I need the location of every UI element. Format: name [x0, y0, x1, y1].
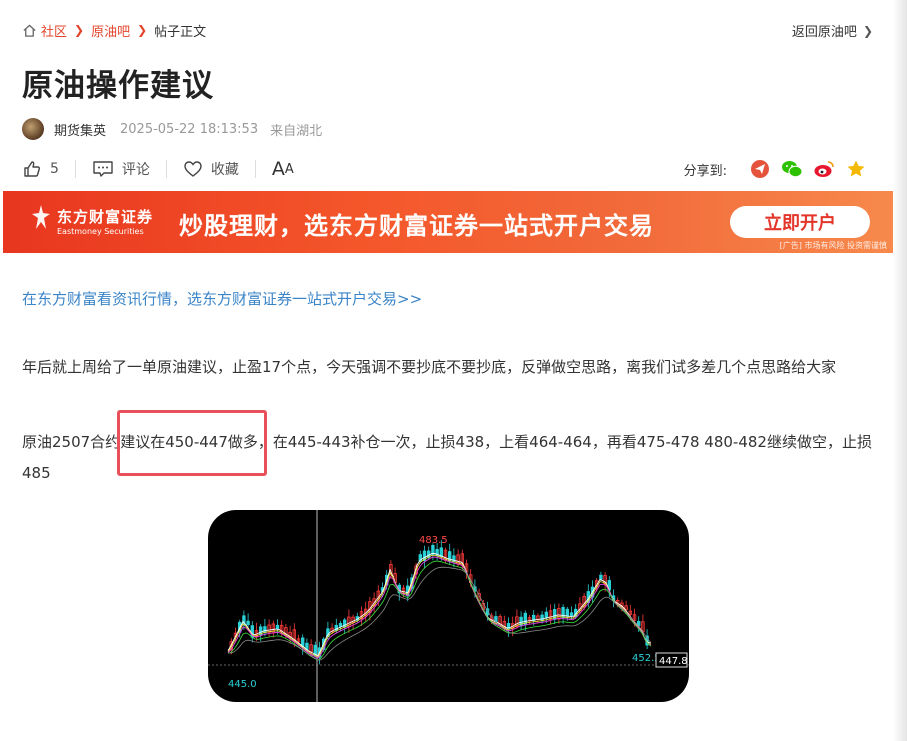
page-title: 原油操作建议: [22, 68, 214, 104]
like-button[interactable]: 5: [22, 159, 59, 179]
candle-body: [565, 608, 569, 617]
breadcrumb-crude-oil-bar[interactable]: 原油吧: [91, 21, 130, 40]
star-icon[interactable]: [845, 158, 867, 180]
divider: [254, 160, 256, 178]
banner-logo-english: Eastmoney Securities: [57, 227, 144, 236]
candle-body: [246, 620, 250, 626]
breadcrumb-community[interactable]: 社区: [41, 21, 67, 40]
chevron-right-icon: ❯: [74, 23, 85, 37]
author-name[interactable]: 期货集英: [54, 120, 106, 139]
post-meta: 期货集英 2025-05-22 18:13:53 来自湖北: [22, 117, 322, 141]
highlight-annotation: [117, 410, 267, 476]
paragraph-1: 年后就上周给了一单原油建议，止盈17个点，今天强调不要抄底不要抄底，反弹做空思路…: [22, 358, 837, 376]
home-icon[interactable]: [22, 23, 37, 38]
comment-label: 评论: [121, 162, 150, 178]
candle-body: [275, 624, 280, 630]
page-edge-shadow: [893, 0, 907, 741]
font-size-large: A: [271, 158, 285, 180]
share-bar: 分享到:: [684, 157, 867, 181]
candle-body: [338, 622, 343, 627]
like-count: 5: [50, 161, 59, 177]
price-tag: 447.8: [659, 656, 688, 667]
candle-body: [439, 547, 443, 557]
moving-average-line: [227, 566, 652, 661]
comment-icon: [93, 161, 113, 177]
share-label: 分享到:: [683, 163, 727, 179]
back-link-label: 返回原油吧: [791, 25, 857, 40]
weibo-icon[interactable]: [813, 158, 835, 180]
favorite-button[interactable]: 收藏: [183, 159, 239, 179]
font-size-button[interactable]: AA: [272, 158, 294, 180]
banner-slogan: 炒股理财，选东方财富证券一站式开户交易: [179, 212, 654, 240]
breadcrumb: 社区 ❯ 原油吧 ❯ 帖子正文: [22, 21, 207, 40]
banner-logo-text: 东方财富证券: [57, 208, 154, 226]
ad-disclaimer: [广告] 市场有风险 投资需谨慎: [779, 241, 887, 250]
chevron-right-icon: ❯: [862, 23, 873, 38]
font-size-small: A: [284, 161, 294, 177]
price-chart: 483.5 445.0 452.5 447.8: [208, 510, 689, 702]
favorite-label: 收藏: [210, 162, 239, 178]
divider: [165, 160, 167, 178]
wechat-icon[interactable]: [781, 158, 803, 180]
ad-banner[interactable]: 东方财富证券 Eastmoney Securities 炒股理财，选东方财富证券…: [3, 191, 893, 253]
avatar[interactable]: [22, 118, 44, 140]
divider: [74, 160, 76, 178]
moving-average-line: [227, 560, 652, 661]
candle-body: [599, 574, 603, 580]
paragraph-2-start: 原油2507合约: [22, 433, 121, 451]
heart-icon: [184, 161, 202, 177]
paper-plane-icon[interactable]: [749, 158, 771, 180]
back-to-bar-link[interactable]: 返回原油吧 ❯: [791, 21, 873, 41]
thumbs-up-icon: [24, 161, 40, 177]
post-time: 2025-05-22 18:13:53: [120, 121, 259, 137]
breadcrumb-current: 帖子正文: [154, 24, 207, 40]
moving-averages-group: [227, 553, 652, 661]
chevron-right-icon: ❯: [137, 23, 148, 37]
candle-body: [569, 612, 574, 617]
low-label: 445.0: [228, 679, 257, 690]
eastmoney-logo-icon: [32, 205, 50, 229]
open-account-button[interactable]: 立即开户: [730, 206, 870, 238]
candlestick-chart: 483.5 445.0 452.5 447.8: [208, 510, 689, 702]
comment-button[interactable]: 评论: [92, 159, 150, 179]
post-location: 来自湖北: [270, 123, 323, 139]
action-bar: 5 评论 收藏 AA: [22, 157, 294, 181]
high-label: 483.5: [419, 535, 448, 546]
promo-link[interactable]: 在东方财富看资讯行情，选东方财富证券一站式开户交易>>: [22, 288, 422, 309]
candle-body: [544, 611, 548, 619]
